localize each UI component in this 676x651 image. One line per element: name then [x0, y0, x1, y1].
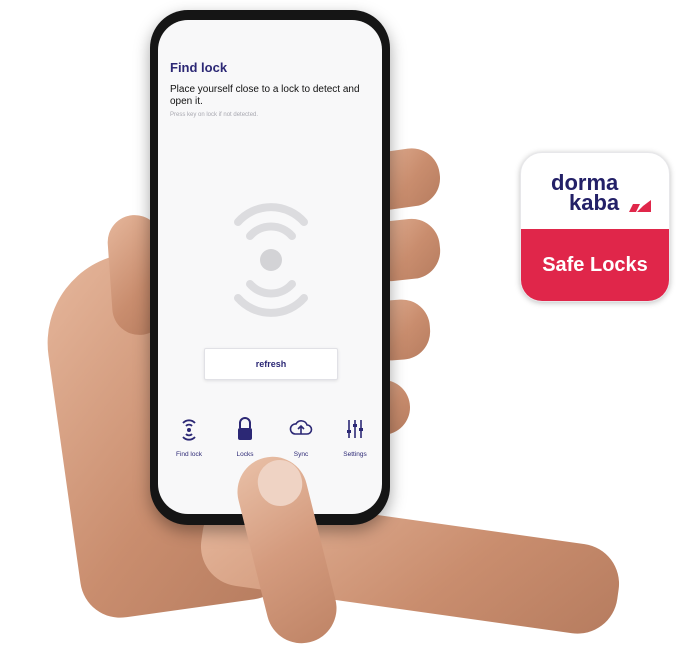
- tab-locks[interactable]: Locks: [220, 412, 270, 458]
- brand-logo-mark: [629, 200, 651, 212]
- instruction-text: Place yourself close to a lock to detect…: [170, 84, 360, 107]
- tab-locks-label: Locks: [236, 451, 254, 458]
- tab-find-lock-label: Find lock: [175, 451, 202, 458]
- sliders-icon: [347, 420, 363, 438]
- lock-icon: [238, 417, 252, 440]
- app-name-band: Safe Locks: [521, 229, 669, 301]
- radar-signal-icon: [234, 203, 308, 317]
- tab-settings[interactable]: Settings: [330, 412, 380, 458]
- tab-find-lock[interactable]: Find lock: [164, 412, 214, 458]
- brand-line-2: kaba: [569, 190, 620, 215]
- hint-text: Press key on lock if not detected.: [170, 112, 259, 118]
- tab-sync-label: Sync: [293, 451, 309, 458]
- find-lock-icon: [182, 419, 196, 441]
- page-title: Find lock: [170, 60, 228, 75]
- tab-sync[interactable]: Sync: [276, 412, 326, 458]
- safe-locks-app-icon[interactable]: dorma kaba Safe Locks: [520, 152, 670, 302]
- refresh-button[interactable]: refresh: [204, 348, 338, 380]
- cloud-sync-icon: [289, 420, 313, 435]
- tab-settings-label: Settings: [343, 451, 367, 458]
- phone-screen: Find lock Place yourself close to a lock…: [158, 20, 382, 514]
